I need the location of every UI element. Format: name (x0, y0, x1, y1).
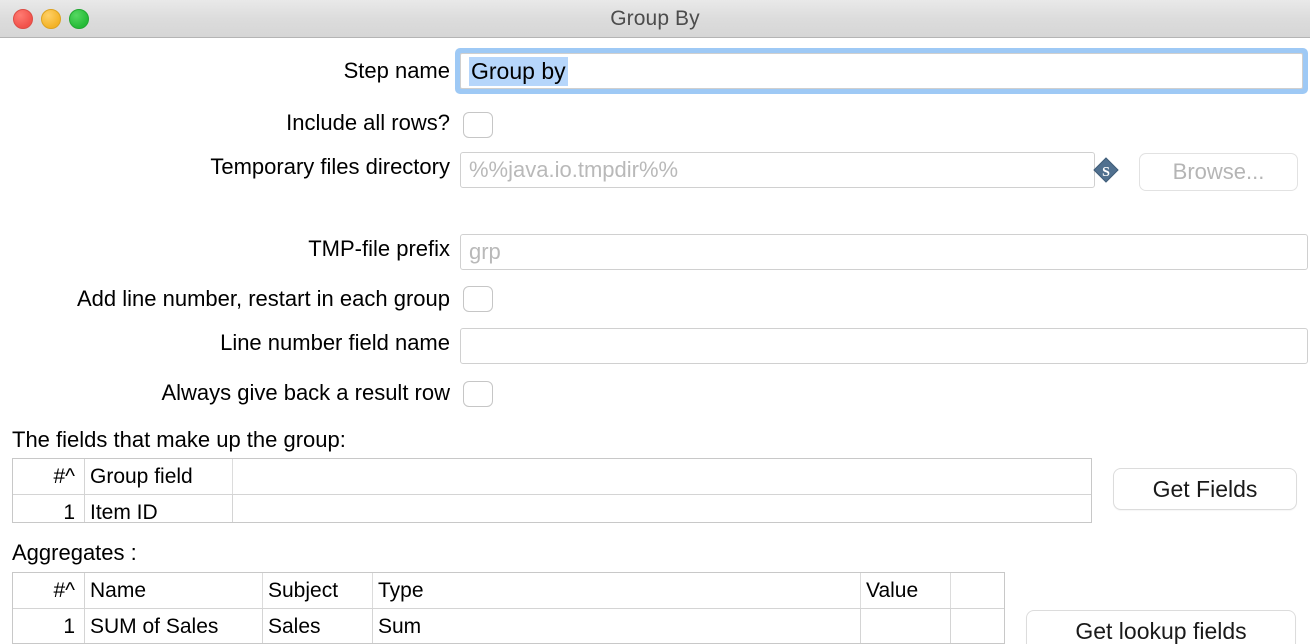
aggregates-cell-blank[interactable] (951, 609, 1004, 643)
aggregates-col-subject[interactable]: Subject (263, 573, 373, 608)
aggregates-col-value[interactable]: Value (861, 573, 951, 608)
group-fields-cell-blank[interactable] (233, 495, 1091, 522)
aggregates-table[interactable]: #^ Name Subject Type Value 1 SUM of Sale… (12, 572, 1005, 644)
window-titlebar: Group By (0, 0, 1310, 38)
group-fields-col-name[interactable]: Group field (85, 459, 233, 494)
temp-dir-placeholder: %%java.io.tmpdir%% (469, 157, 679, 182)
get-lookup-fields-button[interactable]: Get lookup fields (1026, 610, 1296, 644)
tmp-prefix-input[interactable]: grp (460, 234, 1308, 270)
aggregates-title: Aggregates : (12, 540, 137, 565)
group-fields-col-blank[interactable] (233, 459, 1091, 494)
add-line-number-label: Add line number, restart in each group (76, 286, 450, 311)
step-name-input[interactable]: Group by (460, 53, 1303, 89)
include-all-rows-label: Include all rows? (286, 110, 450, 135)
temp-dir-input[interactable]: %%java.io.tmpdir%% (460, 152, 1095, 188)
table-row[interactable]: 1 Item ID (13, 495, 1091, 522)
group-fields-cell-index[interactable]: 1 (13, 495, 85, 522)
always-result-row-label: Always give back a result row (161, 380, 450, 405)
tmp-prefix-label: TMP-file prefix (308, 236, 450, 261)
include-all-rows-checkbox[interactable] (463, 112, 493, 138)
variable-dollar-diamond-icon[interactable]: S (1093, 157, 1119, 183)
group-by-dialog: Group By Step name Group by Include all … (0, 0, 1310, 644)
aggregates-header-row: #^ Name Subject Type Value (13, 573, 1004, 609)
browse-button[interactable]: Browse... (1139, 153, 1298, 191)
window-controls (13, 9, 89, 29)
aggregates-col-name[interactable]: Name (85, 573, 263, 608)
group-fields-table[interactable]: #^ Group field 1 Item ID (12, 458, 1092, 523)
step-name-value: Group by (469, 56, 568, 86)
aggregates-cell-index[interactable]: 1 (13, 609, 85, 643)
aggregates-cell-subject[interactable]: Sales (263, 609, 373, 643)
aggregates-col-blank[interactable] (951, 573, 1004, 608)
minimize-window-button[interactable] (41, 9, 61, 29)
line-number-field-input[interactable] (460, 328, 1308, 364)
zoom-window-button[interactable] (69, 9, 89, 29)
group-fields-header-row: #^ Group field (13, 459, 1091, 495)
step-name-label: Step name (343, 58, 450, 83)
get-fields-button[interactable]: Get Fields (1113, 468, 1297, 510)
group-fields-cell-name[interactable]: Item ID (85, 495, 233, 522)
svg-text:S: S (1102, 165, 1110, 180)
tmp-prefix-placeholder: grp (469, 239, 501, 264)
always-result-row-checkbox[interactable] (463, 381, 493, 407)
temp-dir-label: Temporary files directory (210, 154, 450, 179)
close-window-button[interactable] (13, 9, 33, 29)
aggregates-col-type[interactable]: Type (373, 573, 861, 608)
dialog-body: Step name Group by Include all rows? Tem… (0, 38, 1310, 644)
step-name-input-wrapper[interactable]: Group by (455, 48, 1308, 94)
line-number-field-label: Line number field name (220, 330, 450, 355)
group-fields-title: The fields that make up the group: (12, 427, 346, 452)
aggregates-cell-name[interactable]: SUM of Sales (85, 609, 263, 643)
aggregates-col-index[interactable]: #^ (13, 573, 85, 608)
add-line-number-checkbox[interactable] (463, 286, 493, 312)
aggregates-cell-type[interactable]: Sum (373, 609, 861, 643)
group-fields-col-index[interactable]: #^ (13, 459, 85, 494)
table-row[interactable]: 1 SUM of Sales Sales Sum (13, 609, 1004, 643)
aggregates-cell-value[interactable] (861, 609, 951, 643)
window-title: Group By (610, 7, 700, 30)
